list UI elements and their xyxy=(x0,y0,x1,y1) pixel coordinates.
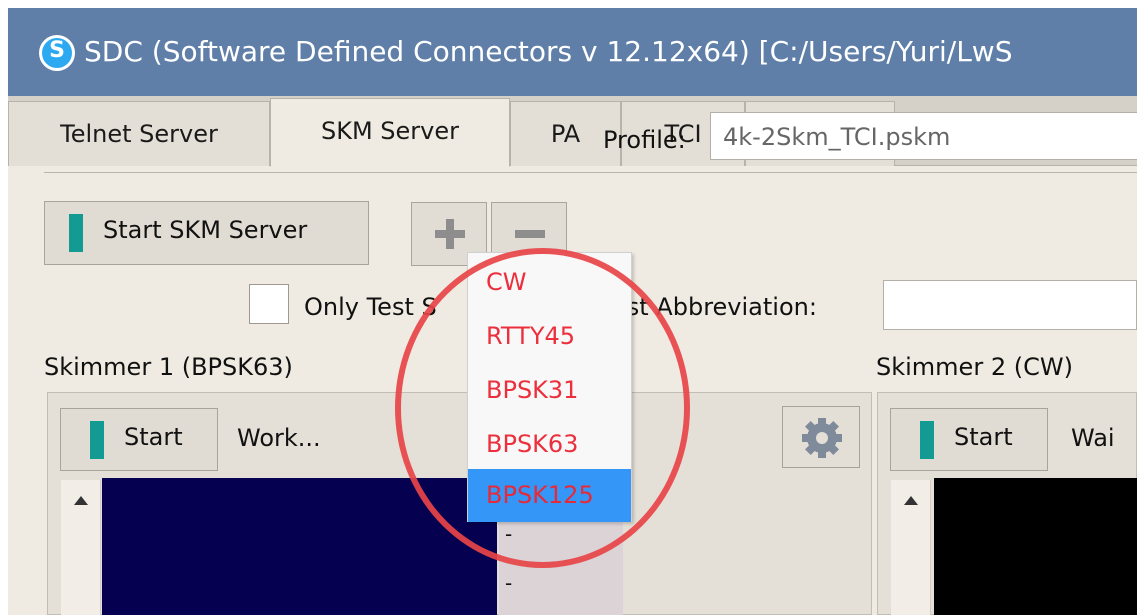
chevron-up-icon[interactable] xyxy=(904,496,918,505)
tab-telnet-server[interactable]: Telnet Server xyxy=(8,101,270,166)
skimmer-2-title: Skimmer 2 (CW) xyxy=(876,353,1073,381)
skimmer-1-start-label: Start xyxy=(124,423,183,451)
window-border-left xyxy=(0,0,8,615)
tab-skm-server[interactable]: SKM Server xyxy=(270,98,510,167)
only-test-label: Only Test S xyxy=(304,293,437,321)
app-icon: S xyxy=(39,35,75,71)
skimmer-2-start-label: Start xyxy=(954,423,1013,451)
start-skm-server-button[interactable]: Start SKM Server xyxy=(44,201,369,265)
profile-label: Profile: xyxy=(603,126,686,154)
gear-icon xyxy=(802,418,842,458)
skimmer-1-status: Work... xyxy=(237,424,321,452)
test-abbreviation-field[interactable] xyxy=(883,280,1137,330)
skimmer-2-waterfall xyxy=(934,478,1137,615)
application-window: S SDC (Software Defined Connectors v 12.… xyxy=(0,0,1137,615)
start-skm-server-label: Start SKM Server xyxy=(103,216,308,244)
profile-field[interactable]: 4k-2Skm_TCI.pskm xyxy=(710,112,1137,160)
server-status-indicator xyxy=(69,214,83,252)
window-title: SDC (Software Defined Connectors v 12.12… xyxy=(84,35,1013,68)
title-bar: S SDC (Software Defined Connectors v 12.… xyxy=(8,8,1137,96)
skimmer-1-settings-button[interactable] xyxy=(782,406,860,468)
list-item: - xyxy=(505,571,513,595)
skimmer-2-status-indicator xyxy=(920,421,934,459)
app-icon-letter: S xyxy=(49,38,65,63)
toolbar-separator xyxy=(44,172,1137,173)
skimmer-2-scrollbar[interactable] xyxy=(891,480,931,615)
window-border-top xyxy=(0,0,1137,8)
skimmer-1-status-indicator xyxy=(90,421,104,459)
chevron-up-icon[interactable] xyxy=(74,496,88,505)
skimmer-1-start-button[interactable]: Start xyxy=(60,408,218,471)
annotation-circle xyxy=(395,248,690,568)
skimmer-1-title: Skimmer 1 (BPSK63) xyxy=(44,353,293,381)
skimmer-2-status: Wai xyxy=(1071,424,1115,452)
skimmer-1-scrollbar[interactable] xyxy=(61,480,101,615)
only-test-checkbox[interactable] xyxy=(249,284,289,324)
skimmer-2-start-button[interactable]: Start xyxy=(890,408,1048,471)
